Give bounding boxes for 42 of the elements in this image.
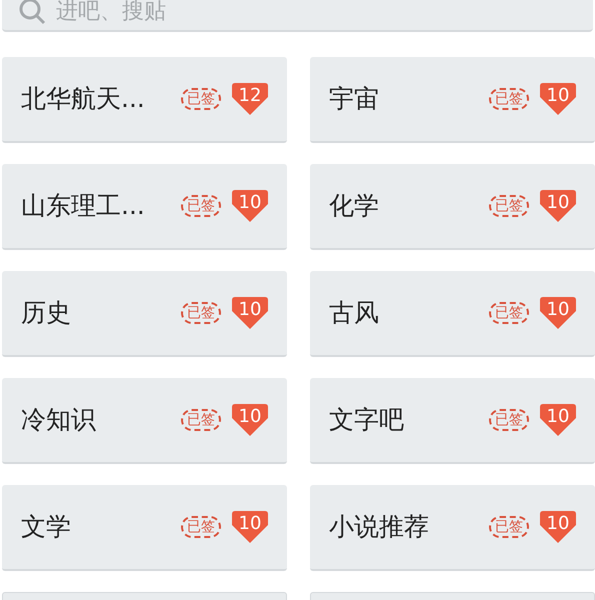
level-badge: 10	[539, 81, 577, 117]
level-badge: 10	[539, 295, 577, 331]
level-badge: 10	[231, 402, 269, 438]
forum-card[interactable]: 小说推荐 已签 10	[310, 485, 595, 571]
forum-name: 北华航天...	[21, 83, 146, 116]
signed-stamp: 已签	[181, 302, 221, 324]
signed-stamp: 已签	[181, 516, 221, 538]
forum-card[interactable]: 历史 已签 10	[2, 271, 287, 357]
level-badge: 10	[231, 509, 269, 545]
level-badge: 10	[539, 402, 577, 438]
level-badge: 10	[539, 509, 577, 545]
forum-name: 古风	[329, 297, 380, 330]
forum-card[interactable]: 北华航天... 已签 12	[2, 57, 287, 143]
forum-name: 山东理工...	[21, 190, 146, 222]
forum-card[interactable]: 宇宙 已签 10	[310, 57, 595, 143]
forum-name: 小说推荐	[329, 511, 430, 544]
signed-stamp: 已签	[489, 516, 529, 538]
signed-stamp: 已签	[181, 88, 221, 110]
forum-name: 历史	[21, 297, 72, 330]
level-badge: 12	[231, 81, 269, 117]
signed-stamp: 已签	[181, 195, 221, 217]
forum-name: 冷知识	[21, 404, 97, 436]
forum-card[interactable]: 古风 已签 10	[310, 271, 595, 357]
forum-name: 文学	[21, 511, 72, 544]
forum-card[interactable]: 化学 已签 10	[310, 164, 595, 250]
signed-stamp: 已签	[489, 88, 529, 110]
signed-stamp: 已签	[489, 195, 529, 217]
signed-stamp: 已签	[489, 409, 529, 431]
forum-card[interactable]: 文字吧 已签 10	[310, 378, 595, 464]
forum-card[interactable]: 冷知识 已签 10	[2, 378, 287, 464]
forum-name: 文字吧	[329, 404, 405, 436]
level-badge: 10	[231, 188, 269, 224]
forum-card[interactable]: 文学 已签 10	[2, 485, 287, 571]
signed-stamp: 已签	[489, 302, 529, 324]
forum-name: 宇宙	[329, 83, 380, 116]
forum-name: 化学	[329, 190, 380, 222]
signed-stamp: 已签	[181, 409, 221, 431]
search-icon	[18, 0, 46, 25]
level-badge: 10	[231, 295, 269, 331]
level-badge: 10	[539, 188, 577, 224]
search-placeholder: 进吧、搜贴	[56, 0, 166, 23]
forum-card[interactable]: 山东理工... 已签 10	[2, 164, 287, 250]
